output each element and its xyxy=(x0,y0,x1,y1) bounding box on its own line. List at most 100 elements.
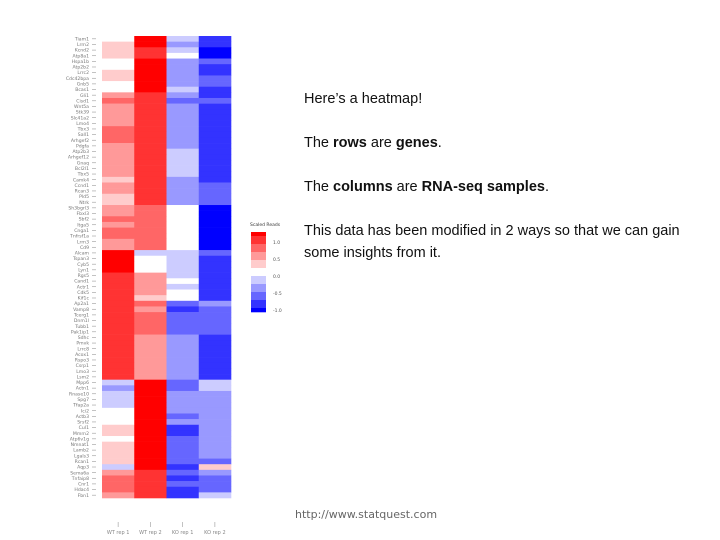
heatmap-cell xyxy=(166,114,200,121)
row-label: Nmnat1 xyxy=(71,442,89,448)
heatmap-cell xyxy=(102,469,135,476)
heatmap-cell xyxy=(134,345,167,352)
heatmap-cell xyxy=(102,278,135,285)
heatmap-cell xyxy=(166,47,200,54)
heatmap-cell xyxy=(134,447,167,454)
heatmap-cell xyxy=(102,86,135,93)
heatmap-cell xyxy=(134,469,167,476)
row-label: Pdgfa xyxy=(76,143,89,149)
heatmap-cell xyxy=(134,390,167,397)
row-label: Kcnd2 xyxy=(75,48,89,54)
row-label: Lrrc8 xyxy=(77,346,89,352)
heatmap-cell xyxy=(198,306,232,313)
heatmap-cell xyxy=(102,159,135,166)
heatmap-cell xyxy=(198,283,232,290)
heatmap-cell xyxy=(198,103,232,110)
heatmap-cell xyxy=(102,64,135,71)
row-label: Sdhc xyxy=(78,335,90,341)
heatmap-cell xyxy=(166,205,200,211)
heatmap-cell xyxy=(134,92,167,99)
heatmap-cell xyxy=(198,205,232,211)
heatmap-cell xyxy=(198,148,232,155)
heatmap-cell xyxy=(166,244,200,251)
column-label: WT rep 2 xyxy=(139,530,162,536)
heatmap-cell xyxy=(134,227,167,234)
heatmap-cell xyxy=(134,131,167,138)
heatmap-cell xyxy=(134,210,167,217)
heatmap-cell xyxy=(134,379,167,386)
row-label: Hspa1b xyxy=(72,59,90,65)
heatmap-cell xyxy=(134,75,167,82)
heatmap-cell xyxy=(102,233,135,240)
heatmap-cell xyxy=(134,126,167,133)
heatmap-cell xyxy=(134,137,167,144)
heatmap-cell xyxy=(166,75,200,82)
slide-notes: Here’s a heatmap! The rows are genes. The … xyxy=(304,88,684,286)
color-key-swatch xyxy=(251,300,266,305)
heatmap-cell xyxy=(134,486,167,493)
heatmap-cell xyxy=(134,340,167,347)
heatmap-cell xyxy=(166,221,200,228)
heatmap-cell xyxy=(198,402,232,409)
row-label: Dnm1l xyxy=(74,318,89,324)
note-text: The xyxy=(304,179,334,195)
heatmap-cell xyxy=(198,36,232,42)
heatmap-cell xyxy=(166,238,200,245)
row-label: Lamb2 xyxy=(73,448,89,454)
column-label: WT rep 1 xyxy=(107,530,130,536)
row-label: Cand1 xyxy=(74,279,89,285)
heatmap-cell xyxy=(134,250,167,257)
heatmap-cell xyxy=(102,75,135,82)
heatmap-cell xyxy=(102,199,135,206)
heatmap-cell xyxy=(134,97,167,104)
heatmap-cell xyxy=(166,458,200,465)
heatmap-cell xyxy=(102,176,135,183)
row-label: Actb3 xyxy=(76,414,89,420)
row-label: Cdk5 xyxy=(77,290,89,296)
note-text: The xyxy=(304,135,334,151)
row-label: Sh3bgrl3 xyxy=(68,205,89,211)
heatmap-cell xyxy=(166,250,200,257)
heatmap-cell xyxy=(198,345,232,352)
heatmap-cell xyxy=(134,323,167,330)
heatmap-cell xyxy=(102,385,135,392)
heatmap-cell xyxy=(134,357,167,364)
heatmap-cell xyxy=(102,52,135,59)
heatmap-cell xyxy=(102,154,135,161)
heatmap-cells xyxy=(102,36,232,499)
heatmap-cell xyxy=(102,323,135,330)
row-label: Mpp6 xyxy=(76,380,89,386)
heatmap-cell xyxy=(102,114,135,121)
heatmap-cell xyxy=(166,452,200,459)
row-label: Lmo4 xyxy=(76,121,89,127)
heatmap-cell xyxy=(102,283,135,290)
heatmap-cell xyxy=(198,176,232,183)
heatmap-cell xyxy=(198,300,232,307)
row-label: Hdac4 xyxy=(74,487,89,493)
heatmap-cell xyxy=(134,176,167,183)
heatmap-cell xyxy=(198,69,232,76)
row-label: Pld5 xyxy=(79,194,89,200)
row-label: Acox1 xyxy=(75,352,89,358)
heatmap-cell xyxy=(166,103,200,110)
heatmap-cell xyxy=(166,368,200,375)
heatmap-cell xyxy=(102,143,135,149)
heatmap-cell xyxy=(102,328,135,335)
heatmap-cell xyxy=(198,323,232,330)
color-key-swatch xyxy=(251,264,266,269)
heatmap-cell xyxy=(134,430,167,437)
heatmap-cell xyxy=(102,171,135,178)
heatmap-cell xyxy=(102,92,135,99)
heatmap-cell xyxy=(166,283,200,290)
heatmap-cell xyxy=(166,424,200,431)
heatmap-cell xyxy=(134,216,167,223)
heatmap-cell xyxy=(102,300,135,307)
heatmap-cell xyxy=(102,492,135,499)
heatmap-cell xyxy=(102,436,135,442)
heatmap-cell xyxy=(134,419,167,426)
heatmap-cell xyxy=(166,447,200,454)
heatmap-cell xyxy=(166,165,200,172)
row-label: Tbx3 xyxy=(77,127,89,133)
heatmap-cell xyxy=(102,430,135,437)
row-label: Lsm2 xyxy=(77,374,89,380)
